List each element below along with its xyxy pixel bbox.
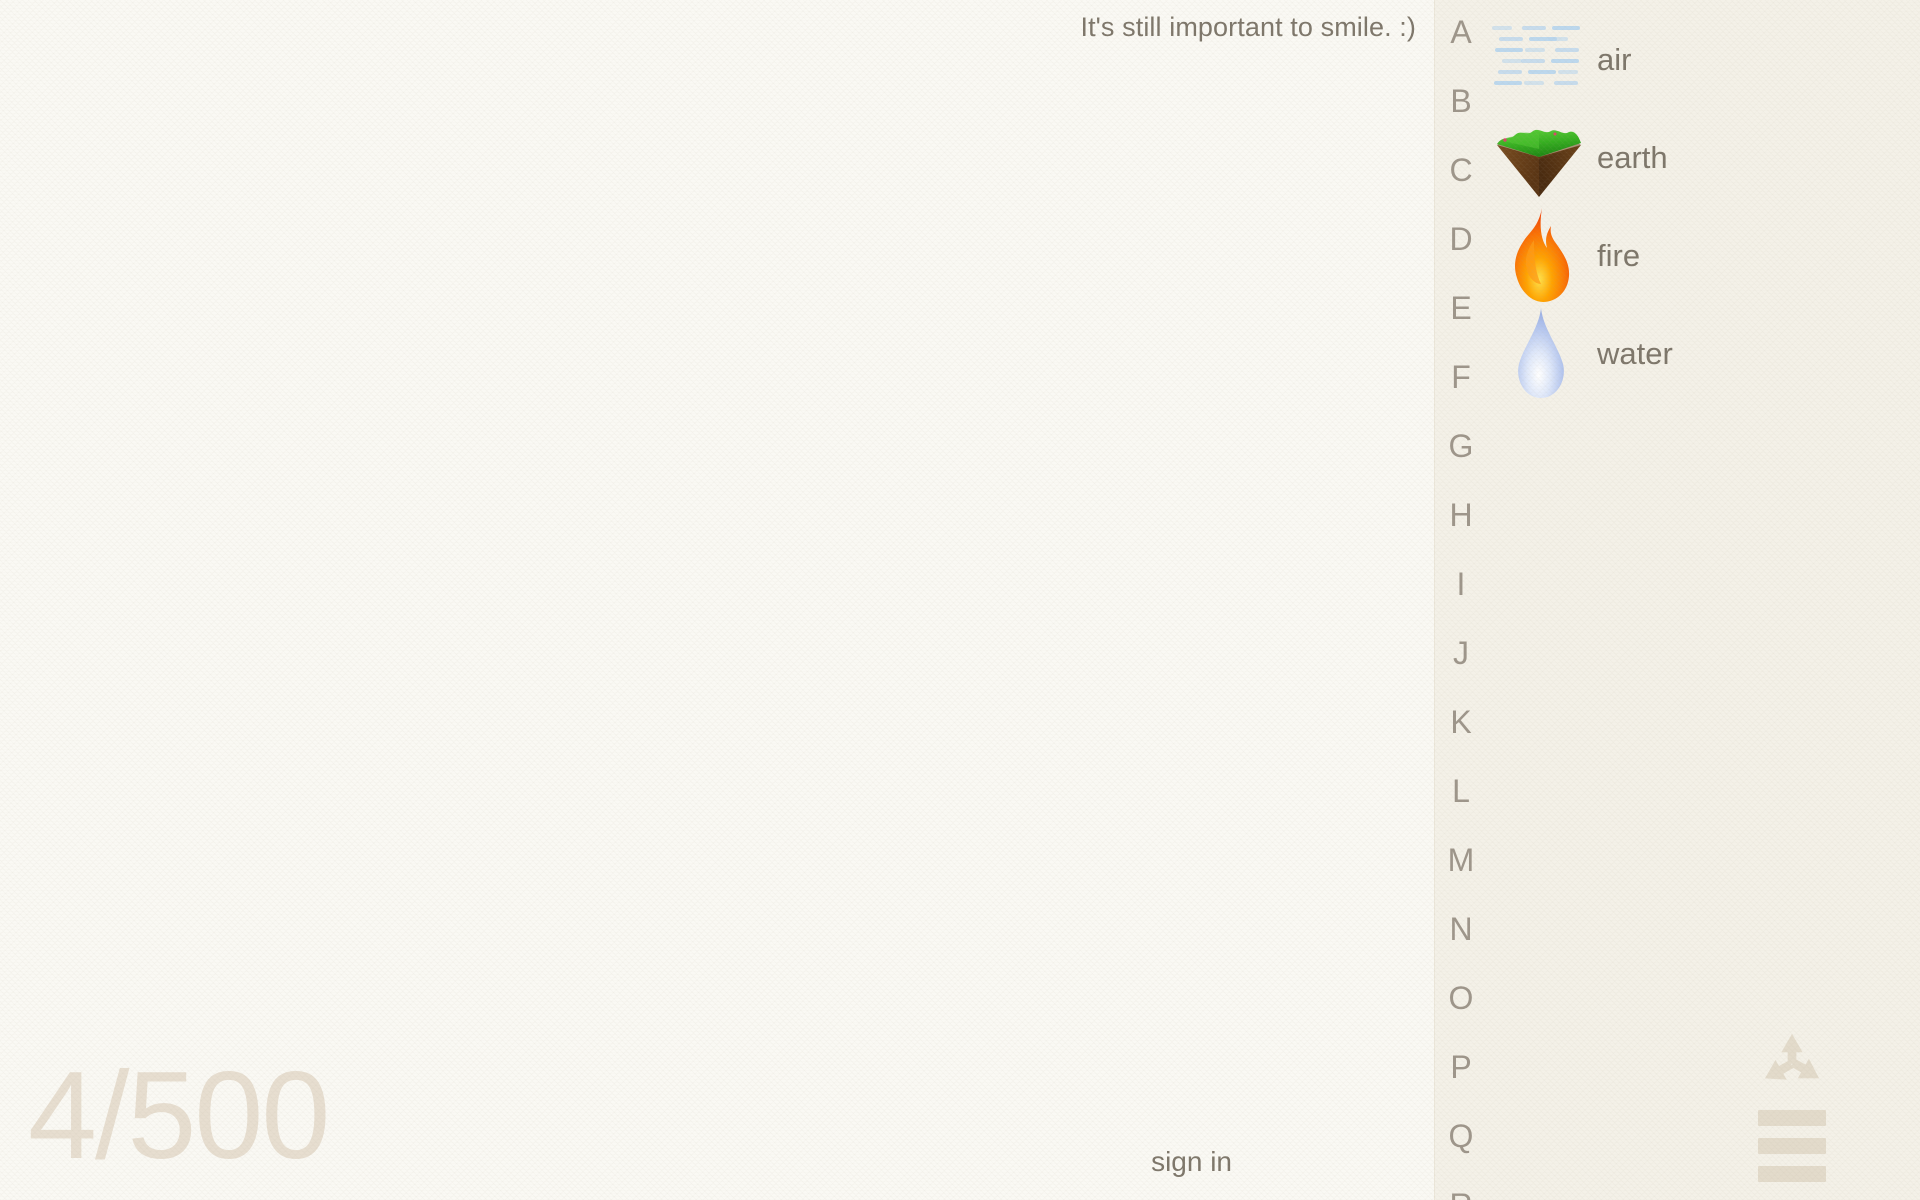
water-icon-wrapper (1493, 304, 1585, 404)
recycle-icon[interactable] (1761, 1032, 1823, 1090)
alphabet-letter-d[interactable]: D (1435, 223, 1487, 255)
air-icon (1492, 26, 1583, 90)
sign-in-button[interactable]: sign in (1151, 1146, 1232, 1178)
alphabet-letter-i[interactable]: I (1435, 568, 1487, 600)
menu-bar-3 (1758, 1166, 1826, 1182)
alphabet-letter-e[interactable]: E (1435, 292, 1487, 324)
alphabet-letter-g[interactable]: G (1435, 430, 1487, 462)
earth-icon (1497, 129, 1581, 197)
library-item-label: fire (1597, 238, 1641, 273)
earth-icon-wrapper (1493, 108, 1585, 208)
library-item-water[interactable]: water (1487, 294, 1920, 414)
alphabet-letter-q[interactable]: Q (1435, 1120, 1487, 1152)
alphabet-letter-n[interactable]: N (1435, 913, 1487, 945)
fire-icon (1515, 208, 1570, 302)
progress-counter: 4/500 (28, 1047, 330, 1185)
alphabet-index[interactable]: A B C D E F G H I J K L M N O P Q R (1434, 0, 1488, 1200)
menu-bar-1 (1758, 1110, 1826, 1126)
alphabet-letter-a[interactable]: A (1435, 16, 1487, 48)
menu-bar-2 (1758, 1138, 1826, 1154)
hint-text: It's still important to smile. :) (1080, 12, 1416, 42)
element-library-panel: air earth fire water (1487, 0, 1920, 1200)
alphabet-letter-b[interactable]: B (1435, 85, 1487, 117)
alphabet-letter-r[interactable]: R (1435, 1189, 1487, 1200)
menu-icon[interactable] (1758, 1110, 1826, 1182)
workspace-canvas[interactable]: It's still important to smile. :) 4/500 … (0, 0, 1434, 1200)
library-item-label: earth (1597, 140, 1668, 175)
air-icon-wrapper (1492, 10, 1585, 110)
alphabet-letter-l[interactable]: L (1435, 775, 1487, 807)
alphabet-letter-m[interactable]: M (1435, 844, 1487, 876)
alphabet-letter-k[interactable]: K (1435, 706, 1487, 738)
library-item-label: air (1597, 42, 1632, 77)
alphabet-letter-p[interactable]: P (1435, 1051, 1487, 1083)
alphabet-letter-f[interactable]: F (1435, 361, 1487, 393)
library-item-label: water (1597, 336, 1673, 371)
water-icon (1518, 308, 1564, 398)
alphabet-letter-o[interactable]: O (1435, 982, 1487, 1014)
alphabet-letter-h[interactable]: H (1435, 499, 1487, 531)
tool-stack (1756, 1032, 1828, 1182)
fire-icon-wrapper (1493, 206, 1585, 306)
alphabet-letter-c[interactable]: C (1435, 154, 1487, 186)
alphabet-letter-j[interactable]: J (1435, 637, 1487, 669)
